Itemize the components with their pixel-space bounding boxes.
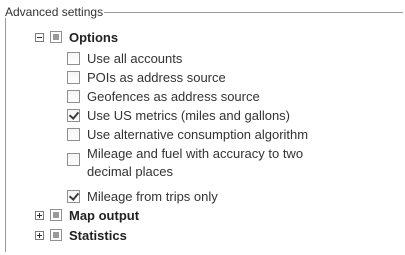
group-checkbox-statistics[interactable]	[50, 229, 62, 241]
option-alternative-consumption[interactable]: Use alternative consumption algorithm	[67, 125, 308, 143]
option-label: Mileage and fuel with accuracy to two de…	[87, 145, 303, 181]
panel-title: Advanced settings	[4, 5, 105, 19]
option-label-line-2: decimal places	[87, 164, 173, 179]
option-pois-address-source[interactable]: POIs as address source	[67, 68, 226, 86]
checkbox[interactable]	[67, 89, 80, 103]
option-label: Geofences as address source	[87, 88, 260, 104]
option-label: Use alternative consumption algorithm	[87, 126, 309, 142]
checkbox[interactable]	[67, 70, 80, 84]
expand-icon[interactable]	[35, 210, 44, 220]
option-label: Use US metrics (miles and gallons)	[87, 107, 291, 123]
option-label: Use all accounts	[87, 50, 183, 66]
expand-icon[interactable]	[35, 230, 44, 240]
option-label: Mileage from trips only	[87, 188, 218, 204]
option-use-all-accounts[interactable]: Use all accounts	[67, 49, 182, 67]
group-map-output[interactable]: Map output	[35, 206, 139, 224]
group-statistics[interactable]: Statistics	[35, 226, 127, 244]
option-use-us-metrics[interactable]: Use US metrics (miles and gallons)	[67, 106, 290, 124]
group-checkbox-map-output[interactable]	[50, 209, 62, 221]
collapse-icon[interactable]	[35, 32, 44, 42]
checkbox[interactable]	[67, 127, 80, 141]
checkbox-checked[interactable]	[67, 189, 80, 203]
group-checkbox-options[interactable]	[50, 31, 62, 43]
checkbox[interactable]	[67, 51, 80, 65]
group-label-statistics: Statistics	[69, 227, 127, 243]
group-options[interactable]: Options	[35, 28, 118, 46]
option-label-line-1: Mileage and fuel with accuracy to two	[87, 146, 304, 161]
checkbox-checked[interactable]	[67, 108, 80, 122]
option-two-decimal-accuracy[interactable]: Mileage and fuel with accuracy to two de…	[67, 145, 303, 185]
group-label-options: Options	[69, 29, 119, 45]
option-mileage-trips-only[interactable]: Mileage from trips only	[67, 187, 218, 205]
checkbox[interactable]	[67, 153, 80, 166]
group-label-map-output: Map output	[69, 207, 140, 223]
option-geofences-address-source[interactable]: Geofences as address source	[67, 87, 260, 105]
option-label: POIs as address source	[87, 69, 226, 85]
